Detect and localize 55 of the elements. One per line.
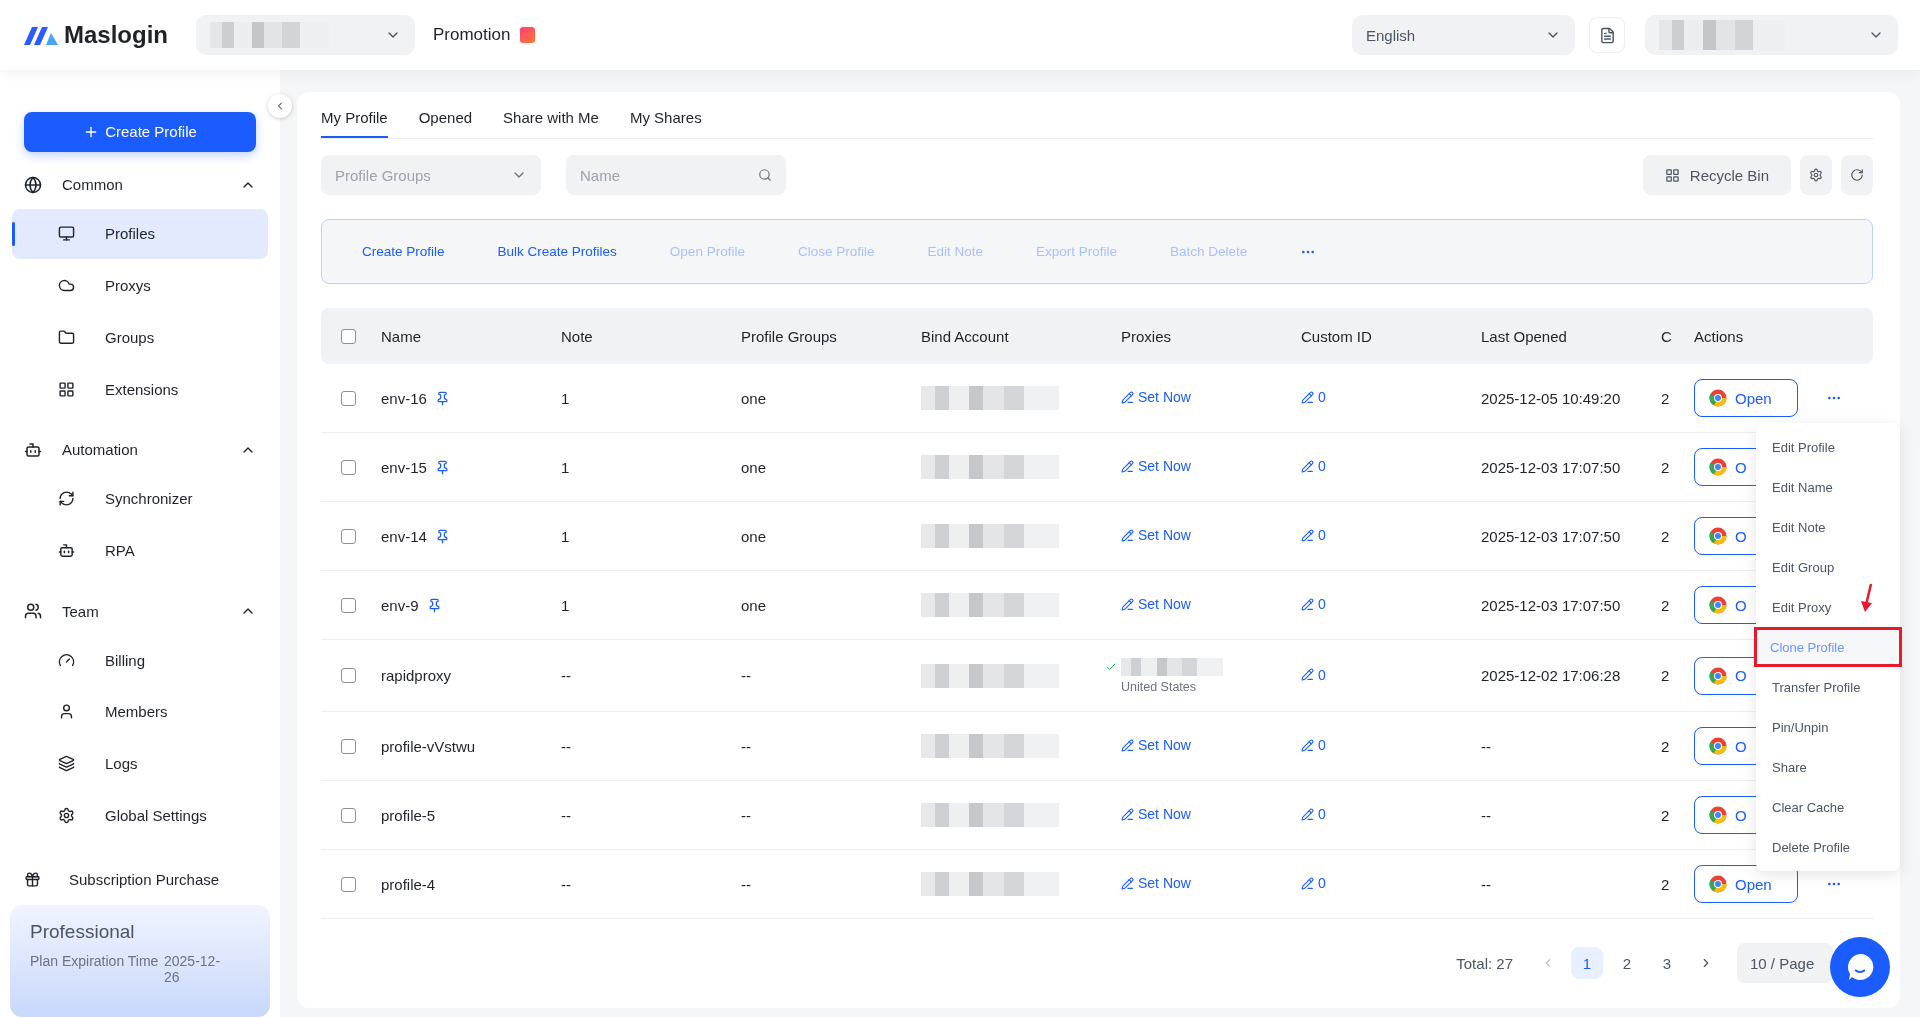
last-opened-cell-text: 2025-12-02 17:06:28 xyxy=(1481,667,1622,684)
note-cell-text: 1 xyxy=(561,596,571,614)
column-header: Last Opened xyxy=(1481,327,1568,345)
last-opened-cell-text: -- xyxy=(1481,806,1492,824)
last-opened-cell-text: 2025-12-03 17:07:50 xyxy=(1481,527,1622,545)
total-count: Total: 27 xyxy=(1456,954,1513,972)
table-cell-text: 2 xyxy=(1661,458,1671,476)
profile-name: profile-5 xyxy=(381,806,436,824)
note-cell-text: -- xyxy=(561,875,572,893)
column-header: Proxies xyxy=(1121,327,1173,345)
group-cell-text: one xyxy=(741,458,768,476)
group-cell-text: -- xyxy=(741,667,752,684)
note-cell-text: -- xyxy=(561,737,572,755)
profile-name: env-9 xyxy=(381,596,419,614)
last-opened-cell-text: 2025-12-05 10:49:20 xyxy=(1481,389,1622,407)
profile-name: profile-4 xyxy=(381,875,436,893)
column-header: Actions xyxy=(1694,327,1745,345)
group-cell-text: -- xyxy=(741,806,752,824)
table-cell-text: 2 xyxy=(1661,737,1671,755)
column-header: Custom ID xyxy=(1301,327,1373,345)
column-header: Profile Groups xyxy=(741,327,838,345)
logo-text: Maslogin xyxy=(64,21,168,49)
last-opened-cell-text: 2025-12-03 17:07:50 xyxy=(1481,596,1622,614)
note-cell-text: 1 xyxy=(561,389,571,407)
table-cell-text: 2 xyxy=(1661,596,1671,614)
note-cell-text: 1 xyxy=(561,527,571,545)
column-header: Bind Account xyxy=(921,327,1010,345)
profile-name: rapidproxy xyxy=(381,667,452,684)
column-header: Note xyxy=(561,327,594,345)
group-cell-text: one xyxy=(741,389,768,407)
plan-expiry-label: Plan Expiration Time xyxy=(30,953,160,972)
profile-name: env-15 xyxy=(381,458,427,476)
table-cell-text: 2 xyxy=(1661,667,1671,684)
profile-name: env-14 xyxy=(381,527,427,545)
note-cell-text: 1 xyxy=(561,458,571,476)
table-cell-text: 2 xyxy=(1661,875,1671,893)
last-opened-cell-text: 2025-12-03 17:07:50 xyxy=(1481,458,1622,476)
group-cell-text: -- xyxy=(741,737,752,755)
group-cell-text: one xyxy=(741,596,768,614)
group-cell-text: -- xyxy=(741,875,752,893)
group-cell-text: one xyxy=(741,527,768,545)
column-header: C xyxy=(1661,327,1673,345)
proxy-country: United States xyxy=(1121,679,1198,694)
table-cell-text: 2 xyxy=(1661,806,1671,824)
note-cell-text: -- xyxy=(561,667,572,684)
profile-name: env-16 xyxy=(381,389,427,407)
last-opened-cell-text: -- xyxy=(1481,737,1492,755)
table-cell-text: 2 xyxy=(1661,527,1671,545)
plan-expiry-date: 2025-12-26 xyxy=(164,953,222,986)
last-opened-cell-text: -- xyxy=(1481,875,1492,893)
note-cell-text: -- xyxy=(561,806,572,824)
plan-name: Professional xyxy=(30,921,136,944)
table-cell-text: 2 xyxy=(1661,389,1671,407)
column-header: Name xyxy=(381,327,422,345)
profile-name: profile-vVstwu xyxy=(381,737,476,755)
